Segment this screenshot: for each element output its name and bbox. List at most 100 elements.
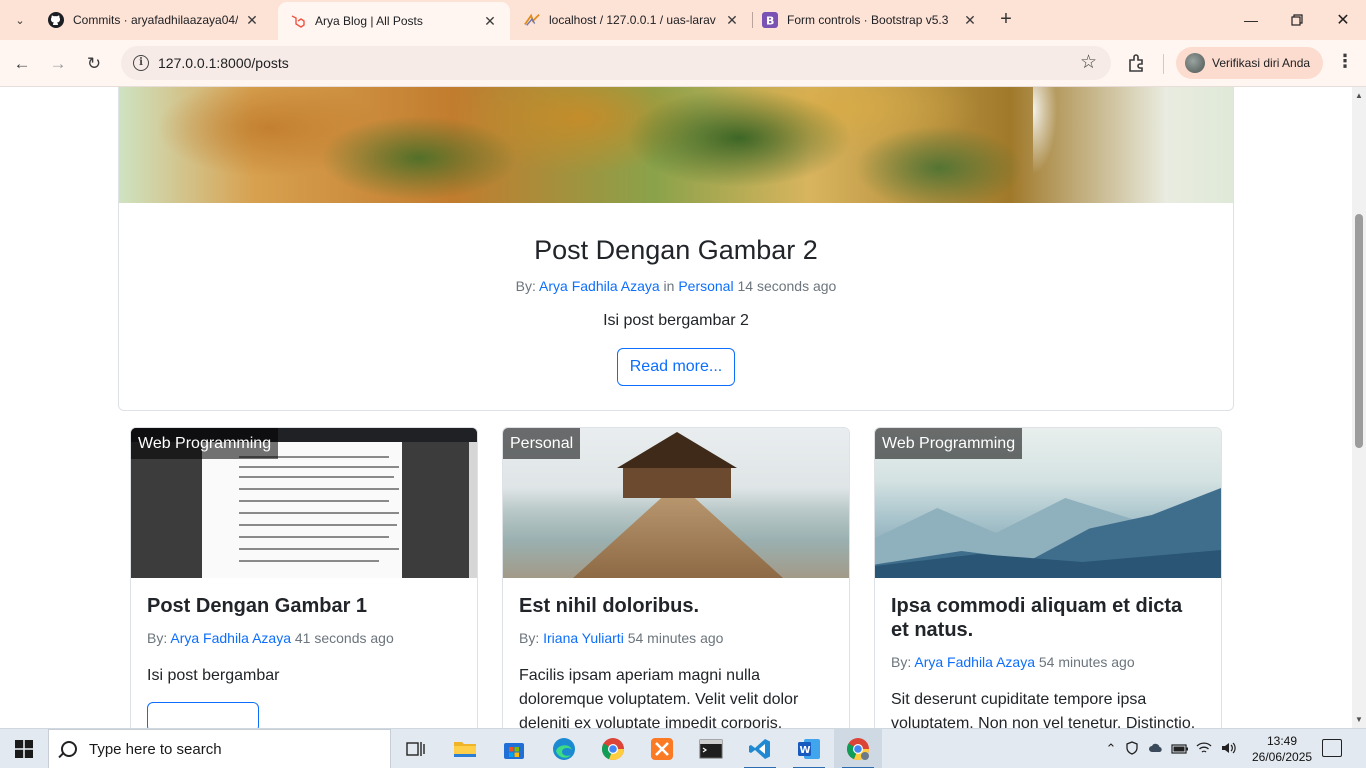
author-link[interactable]: Arya Fadhila Azaya <box>170 630 291 646</box>
text-line <box>239 466 399 468</box>
post-time: 54 minutes ago <box>627 630 724 646</box>
chrome-button[interactable] <box>589 729 637 768</box>
profile-button[interactable]: Verifikasi diri Anda <box>1176 47 1323 79</box>
phpmyadmin-icon <box>524 12 540 28</box>
post-title: Ipsa commodi aliquam et dicta et natus. <box>891 595 1183 641</box>
close-icon[interactable]: ✕ <box>482 13 498 30</box>
edge-button[interactable] <box>540 729 588 768</box>
new-tab-button[interactable]: + <box>994 9 1018 31</box>
clock-time: 13:49 <box>1266 734 1298 748</box>
close-icon[interactable]: ✕ <box>962 12 978 29</box>
scroll-up-icon[interactable]: ▲ <box>1355 91 1363 100</box>
store-icon <box>504 743 524 759</box>
tab-arya-blog[interactable]: Arya Blog | All Posts ✕ <box>278 2 510 40</box>
restore-button[interactable] <box>1274 0 1320 40</box>
post-image[interactable]: Web Programming <box>875 428 1221 578</box>
menu-kebab-icon[interactable]: ⋮ <box>1336 51 1354 72</box>
taskbar-clock[interactable]: 13:49 26/06/2025 <box>1252 733 1312 765</box>
close-icon[interactable]: ✕ <box>724 12 740 29</box>
post-title: Est nihil doloribus. <box>519 595 699 617</box>
terminal-button[interactable] <box>687 729 735 768</box>
xampp-button[interactable] <box>638 729 686 768</box>
wifi-icon[interactable] <box>1192 741 1216 758</box>
featured-post-meta: By: Arya Fadhila Azaya in Personal 14 se… <box>119 278 1233 294</box>
arrow-right-icon: → <box>49 54 67 73</box>
bookmark-star-icon[interactable]: ☆ <box>1080 51 1097 74</box>
vscode-button[interactable] <box>736 729 784 768</box>
chevron-up-icon[interactable]: ⌃ <box>1102 741 1120 757</box>
scroll-down-icon[interactable]: ▼ <box>1355 715 1363 724</box>
post-card: Web Programming Post Dengan Gambar 1 By:… <box>130 427 478 728</box>
reload-button[interactable]: ↻ <box>79 49 109 79</box>
minimize-button[interactable]: — <box>1228 0 1274 40</box>
close-icon[interactable]: ✕ <box>244 12 260 29</box>
tab-search-button[interactable]: ⌄ <box>7 8 33 32</box>
restore-icon <box>1291 14 1303 26</box>
text-line <box>239 488 399 490</box>
tab-strip: ⌄ Commits · aryafadhilaazaya04/U ✕ Arya … <box>0 0 1366 40</box>
site-info-icon[interactable]: i <box>133 55 149 71</box>
bootstrap-icon: B <box>762 12 778 28</box>
page-scrollbar[interactable]: ▲ ▼ <box>1352 87 1366 728</box>
post-image[interactable]: Personal <box>503 428 849 578</box>
tab-phpmyadmin[interactable]: localhost / 127.0.0.1 / uas-larav ✕ <box>512 0 752 40</box>
scrollbar-thumb[interactable] <box>1355 214 1363 448</box>
taskbar-search-box[interactable]: Type here to search <box>48 729 391 768</box>
tab-title: localhost / 127.0.0.1 / uas-larav <box>549 13 716 27</box>
read-more-button[interactable]: Read more... <box>616 348 736 386</box>
in-label: in <box>663 278 675 294</box>
start-button[interactable] <box>0 729 48 768</box>
featured-post-image <box>119 87 1233 203</box>
post-meta: By: Arya Fadhila Azaya 41 seconds ago <box>147 630 461 646</box>
category-badge[interactable]: Web Programming <box>875 428 1023 459</box>
post-image[interactable]: Web Programming <box>131 428 477 578</box>
post-excerpt: Sit deserunt cupiditate tempore ipsa vol… <box>891 691 1196 728</box>
chrome-icon <box>601 738 625 761</box>
laravel-icon <box>290 13 306 29</box>
folder-icon <box>454 742 476 757</box>
terminal-icon <box>699 739 723 759</box>
address-bar[interactable]: i 127.0.0.1:8000/posts ☆ <box>121 46 1111 80</box>
featured-post-excerpt: Isi post bergambar 2 <box>603 312 749 329</box>
notification-icon[interactable] <box>1322 739 1342 757</box>
text-line <box>239 560 379 562</box>
word-button[interactable]: W <box>785 729 833 768</box>
back-button[interactable]: ← <box>7 49 37 79</box>
word-icon: W <box>798 739 820 759</box>
post-title: Post Dengan Gambar 1 <box>147 595 368 617</box>
chrome-active-button[interactable] <box>834 729 882 768</box>
url-text[interactable]: 127.0.0.1:8000/posts <box>158 55 289 71</box>
category-link[interactable]: Personal <box>678 278 733 294</box>
post-meta: By: Iriana Yuliarti 54 minutes ago <box>519 630 833 646</box>
file-explorer-button[interactable] <box>441 729 489 768</box>
category-badge[interactable]: Personal <box>503 428 581 459</box>
cloud-sync-icon[interactable] <box>1144 742 1168 757</box>
post-excerpt: Facilis ipsam aperiam magni nulla dolore… <box>519 667 799 728</box>
github-icon <box>48 12 64 28</box>
extensions-icon[interactable] <box>1126 52 1148 74</box>
tab-bootstrap[interactable]: B Form controls · Bootstrap v5.3 ✕ <box>750 0 990 40</box>
microsoft-store-button[interactable] <box>490 729 538 768</box>
author-link[interactable]: Arya Fadhila Azaya <box>539 278 660 294</box>
arrow-left-icon: ← <box>13 54 31 73</box>
category-badge[interactable]: Web Programming <box>131 428 279 459</box>
tab-github[interactable]: Commits · aryafadhilaazaya04/U ✕ <box>36 0 272 40</box>
tab-title: Arya Blog | All Posts <box>315 14 423 28</box>
post-meta: By: Arya Fadhila Azaya 54 minutes ago <box>891 654 1205 670</box>
svg-text:B: B <box>766 15 774 28</box>
tab-title: Form controls · Bootstrap v5.3 <box>787 13 949 27</box>
browser-toolbar: ← → ↻ i 127.0.0.1:8000/posts ☆ Verifikas… <box>0 40 1366 87</box>
forward-button[interactable]: → <box>43 49 73 79</box>
author-link[interactable]: Iriana Yuliarti <box>543 630 624 646</box>
volume-icon[interactable] <box>1216 741 1240 758</box>
profile-label: Verifikasi diri Anda <box>1212 56 1311 70</box>
hut-roof <box>617 432 737 468</box>
read-more-button[interactable] <box>147 702 259 728</box>
security-icon[interactable] <box>1120 740 1144 758</box>
author-link[interactable]: Arya Fadhila Azaya <box>914 654 1035 670</box>
task-view-button[interactable] <box>392 729 440 768</box>
close-window-button[interactable]: ✕ <box>1320 0 1366 40</box>
pier-walkway <box>573 498 783 578</box>
post-excerpt: Isi post bergambar <box>147 667 280 684</box>
battery-icon[interactable] <box>1168 742 1192 757</box>
